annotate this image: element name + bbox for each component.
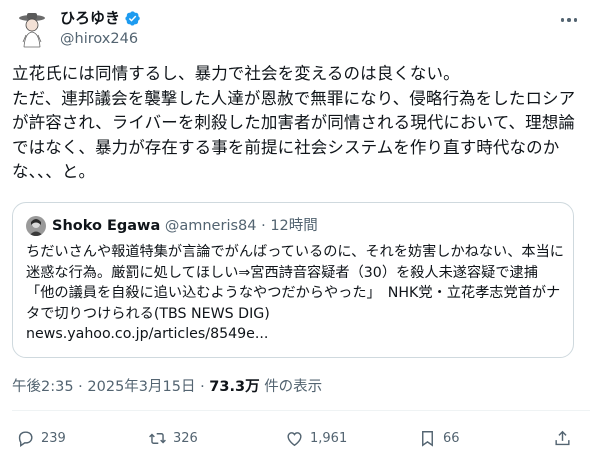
tweet-date[interactable]: 2025年3月15日	[87, 379, 195, 395]
author-name[interactable]: ひろゆき	[60, 8, 120, 28]
bookmark-icon	[422, 431, 433, 447]
reply-button[interactable]: 239	[16, 429, 66, 448]
like-count: 1,961	[310, 431, 348, 446]
quoted-tweet[interactable]: Shoko Egawa @amneris84 · 12時間 ちだいさんや報道特集…	[12, 202, 574, 358]
quoted-author-name: Shoko Egawa	[52, 218, 161, 234]
like-button[interactable]: 1,961	[285, 429, 347, 448]
retweet-count: 326	[173, 431, 198, 446]
quoted-author-avatar	[26, 216, 46, 236]
quoted-separator: ·	[261, 218, 266, 234]
share-icon	[555, 430, 570, 446]
bookmark-count: 66	[443, 431, 460, 446]
meta-separator: ·	[200, 379, 205, 395]
tweet-meta: 午後2:35 · 2025年3月15日 · 73.3万 件の表示	[12, 377, 322, 397]
quoted-text: ちだいさんや報道特集が言論でがんばっているのに、それを妨害しかねない、本当に迷惑…	[26, 244, 564, 342]
quoted-author-handle: @amneris84	[164, 218, 257, 234]
more-options-icon[interactable]	[558, 10, 580, 30]
reply-count: 239	[41, 431, 66, 446]
reply-icon	[18, 431, 33, 447]
view-count-label: 件の表示	[264, 379, 323, 395]
retweet-button[interactable]: 326	[148, 429, 198, 448]
share-button[interactable]	[553, 429, 572, 448]
author-name-row[interactable]: ひろゆき	[60, 8, 141, 28]
bookmark-button[interactable]: 66	[418, 429, 460, 448]
author-handle[interactable]: @hirox246	[60, 29, 138, 49]
quoted-timestamp: 12時間	[270, 218, 318, 234]
divider	[12, 410, 590, 411]
tweet-time[interactable]: 午後2:35	[12, 379, 74, 395]
author-avatar[interactable]	[12, 9, 52, 49]
meta-separator: ·	[78, 379, 83, 395]
quoted-header: Shoko Egawa @amneris84 · 12時間	[52, 216, 318, 236]
view-count: 73.3万	[209, 379, 260, 395]
tweet-text: 立花氏には同情するし、暴力で社会を変えるのは良くない。 ただ、連邦議会を襲撃した…	[12, 64, 576, 181]
retweet-icon	[149, 433, 166, 444]
verified-badge-icon	[125, 10, 140, 26]
heart-icon	[287, 432, 302, 447]
